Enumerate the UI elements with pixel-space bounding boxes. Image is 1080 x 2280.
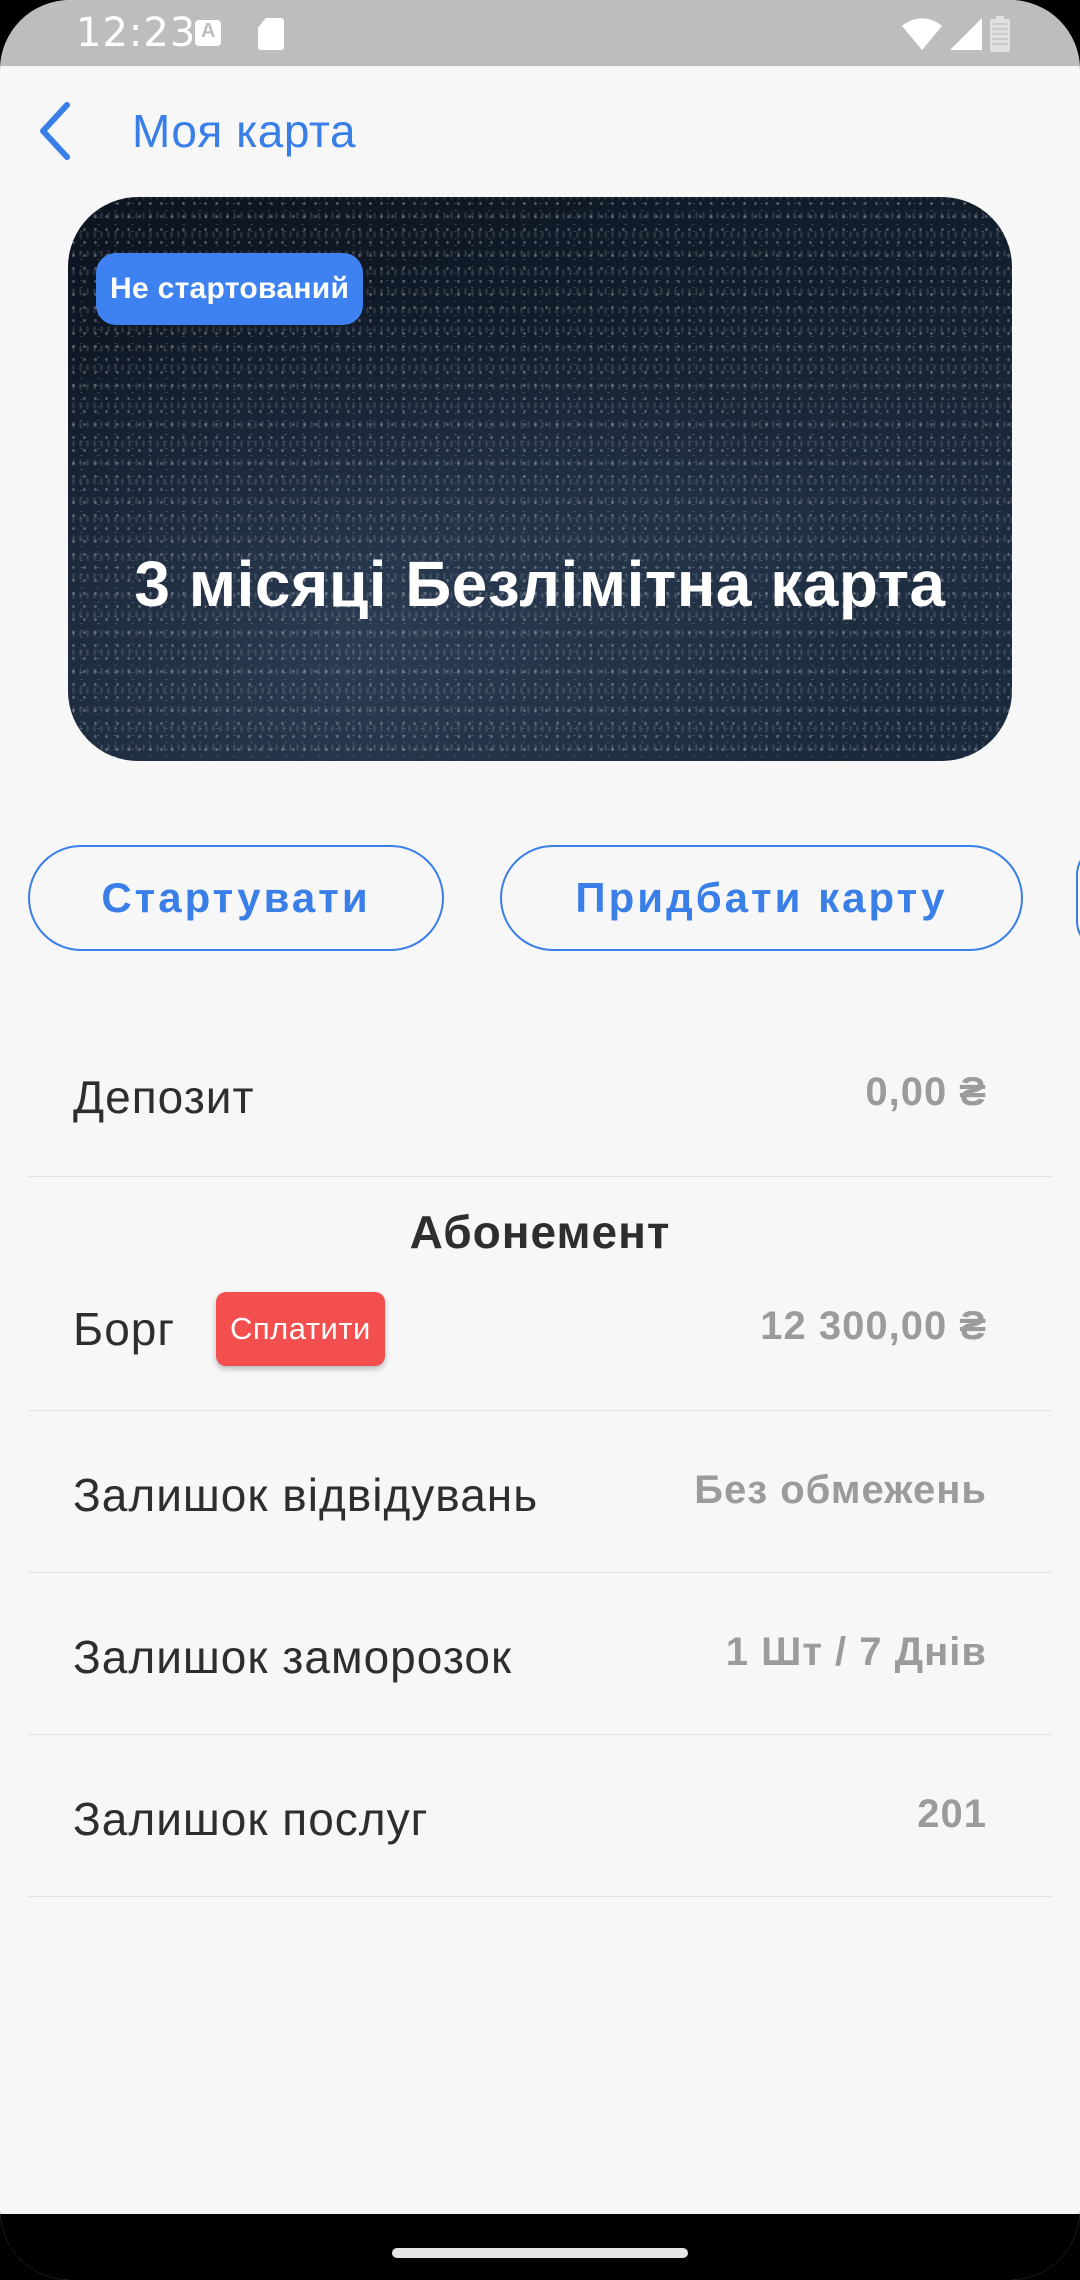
debt-value: 12 300,00 ₴ [760, 1304, 987, 1348]
status-bar: 12:23 A [0, 0, 1080, 66]
action-buttons: Стартувати Придбати карту [0, 845, 1080, 955]
services-row: Залишок послуг 201 [28, 1734, 1052, 1897]
card-title: 3 місяці Безлімітна карта [134, 548, 946, 620]
deposit-row: Депозит 0,00 ₴ [28, 1040, 1052, 1177]
keyboard-a-icon: A [195, 20, 221, 46]
debt-label: Борг [73, 1303, 176, 1355]
sd-card-icon [258, 18, 284, 50]
home-indicator[interactable] [392, 2248, 688, 2258]
visits-label: Залишок відвідувань [73, 1469, 539, 1521]
buy-card-button[interactable]: Придбати карту [500, 845, 1023, 951]
services-value: 201 [917, 1792, 987, 1836]
status-time: 12:23 [76, 10, 197, 56]
navigation-bar [0, 2214, 1080, 2280]
services-label: Залишок послуг [73, 1793, 429, 1845]
screen: 12:23 A Моя карта Не стартований 3 місяц… [0, 0, 1080, 2280]
freeze-label: Залишок заморозок [73, 1631, 513, 1683]
pay-button[interactable]: Сплатити [216, 1292, 385, 1366]
debt-row: Борг Сплатити 12 300,00 ₴ [28, 1256, 1052, 1411]
chevron-left-icon [40, 102, 70, 160]
wifi-icon [902, 18, 942, 50]
header: Моя карта [0, 66, 1080, 196]
more-action-button[interactable] [1076, 845, 1080, 951]
signal-icon [950, 18, 982, 50]
deposit-value: 0,00 ₴ [865, 1070, 987, 1114]
battery-icon [990, 16, 1010, 52]
freeze-row: Залишок заморозок 1 Шт / 7 Днів [28, 1572, 1052, 1735]
membership-card[interactable]: Не стартований 3 місяці Безлімітна карта [68, 197, 1012, 761]
status-icons [902, 16, 1010, 52]
subscription-section-title: Абонемент [409, 1206, 671, 1258]
visits-row: Залишок відвідувань Без обмежень [28, 1410, 1052, 1573]
start-button[interactable]: Стартувати [28, 845, 444, 951]
back-button[interactable] [20, 96, 90, 166]
status-badge: Не стартований [96, 253, 364, 325]
page-title: Моя карта [132, 105, 357, 157]
visits-value: Без обмежень [694, 1468, 987, 1512]
deposit-label: Депозит [73, 1071, 255, 1123]
freeze-value: 1 Шт / 7 Днів [725, 1630, 987, 1674]
